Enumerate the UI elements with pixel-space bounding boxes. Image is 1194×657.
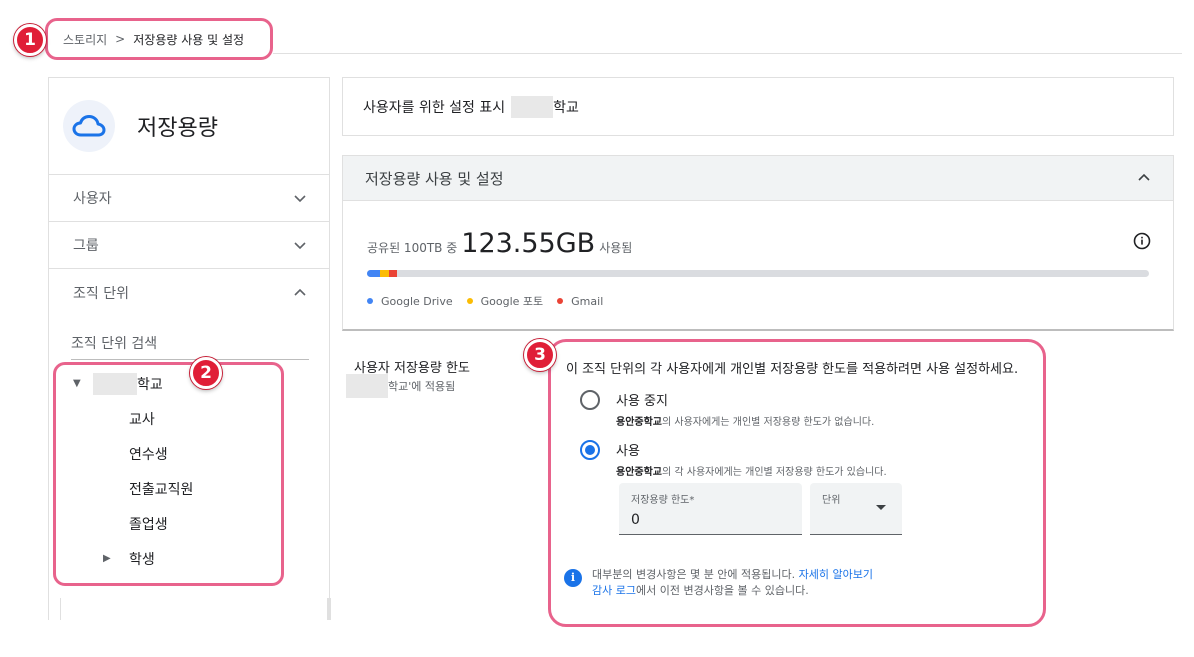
storage-card-header[interactable]: 저장용량 사용 및 설정 xyxy=(343,156,1173,201)
org-unit-search-input[interactable]: 조직 단위 검색 xyxy=(71,316,309,360)
scrollbar[interactable] xyxy=(327,598,331,620)
usage-progress-bar xyxy=(367,270,1149,277)
redacted-block xyxy=(511,95,554,118)
legend-label: Google Drive xyxy=(381,294,453,308)
badge-3: 3 xyxy=(524,339,556,371)
bar-segment-gmail xyxy=(389,270,397,277)
highlight-box-1 xyxy=(45,18,273,60)
bar-segment-photos xyxy=(380,270,389,277)
sidebar-item-label: 그룹 xyxy=(73,238,99,254)
applied-suffix: 학교'에 적용됨 xyxy=(388,380,456,393)
divider xyxy=(60,598,61,620)
sidebar-item-groups[interactable]: 그룹 xyxy=(49,222,329,269)
org-settings-bar: 사용자를 위한 설정 표시 학교 xyxy=(342,77,1174,136)
storage-card: 저장용량 사용 및 설정 공유된 100TB 중 123.55GB 사용됨 Go… xyxy=(342,155,1174,331)
redacted-block xyxy=(346,374,388,398)
chevron-up-icon xyxy=(294,288,306,296)
legend-label: Google 포토 xyxy=(480,295,544,308)
sidebar-title: 저장용량 xyxy=(137,116,218,141)
sidebar-item-users[interactable]: 사용자 xyxy=(49,175,329,222)
usage-summary: 공유된 100TB 중 123.55GB 사용됨 xyxy=(367,228,632,259)
cloud-icon xyxy=(63,100,115,152)
usage-prefix: 공유된 100TB 중 xyxy=(367,241,458,255)
legend-item: Google 포토 xyxy=(466,293,544,309)
usage-legend: Google Drive Google 포토 Gmail xyxy=(367,293,617,309)
info-icon[interactable] xyxy=(1133,232,1151,250)
highlight-box-3 xyxy=(548,339,1046,627)
chevron-down-icon xyxy=(294,195,306,203)
chevron-up-icon[interactable] xyxy=(1137,171,1151,185)
dot-icon xyxy=(557,298,564,304)
highlight-box-2 xyxy=(53,362,284,586)
applied-to: 학교'에 적용됨 xyxy=(346,374,455,398)
sidebar-item-org-units[interactable]: 조직 단위 xyxy=(49,269,329,316)
bar-segment-drive xyxy=(367,270,380,277)
sidebar-item-label: 사용자 xyxy=(73,191,112,207)
storage-card-title: 저장용량 사용 및 설정 xyxy=(365,169,504,188)
sidebar-header: 저장용량 xyxy=(49,78,329,175)
org-bar-prefix: 사용자를 위한 설정 표시 xyxy=(363,99,506,116)
header-divider xyxy=(273,53,1182,54)
sidebar-item-label: 조직 단위 xyxy=(73,285,129,302)
usage-value: 123.55GB xyxy=(461,228,596,259)
dot-icon xyxy=(367,298,373,304)
org-bar-suffix: 학교 xyxy=(553,99,579,116)
chevron-down-icon xyxy=(294,242,306,250)
badge-2: 2 xyxy=(190,357,222,389)
legend-item: Google Drive xyxy=(367,293,453,309)
dot-icon xyxy=(466,298,473,304)
legend-label: Gmail xyxy=(571,294,604,308)
badge-1: 1 xyxy=(14,24,46,56)
usage-suffix: 사용됨 xyxy=(599,241,633,255)
legend-item: Gmail xyxy=(557,293,603,309)
